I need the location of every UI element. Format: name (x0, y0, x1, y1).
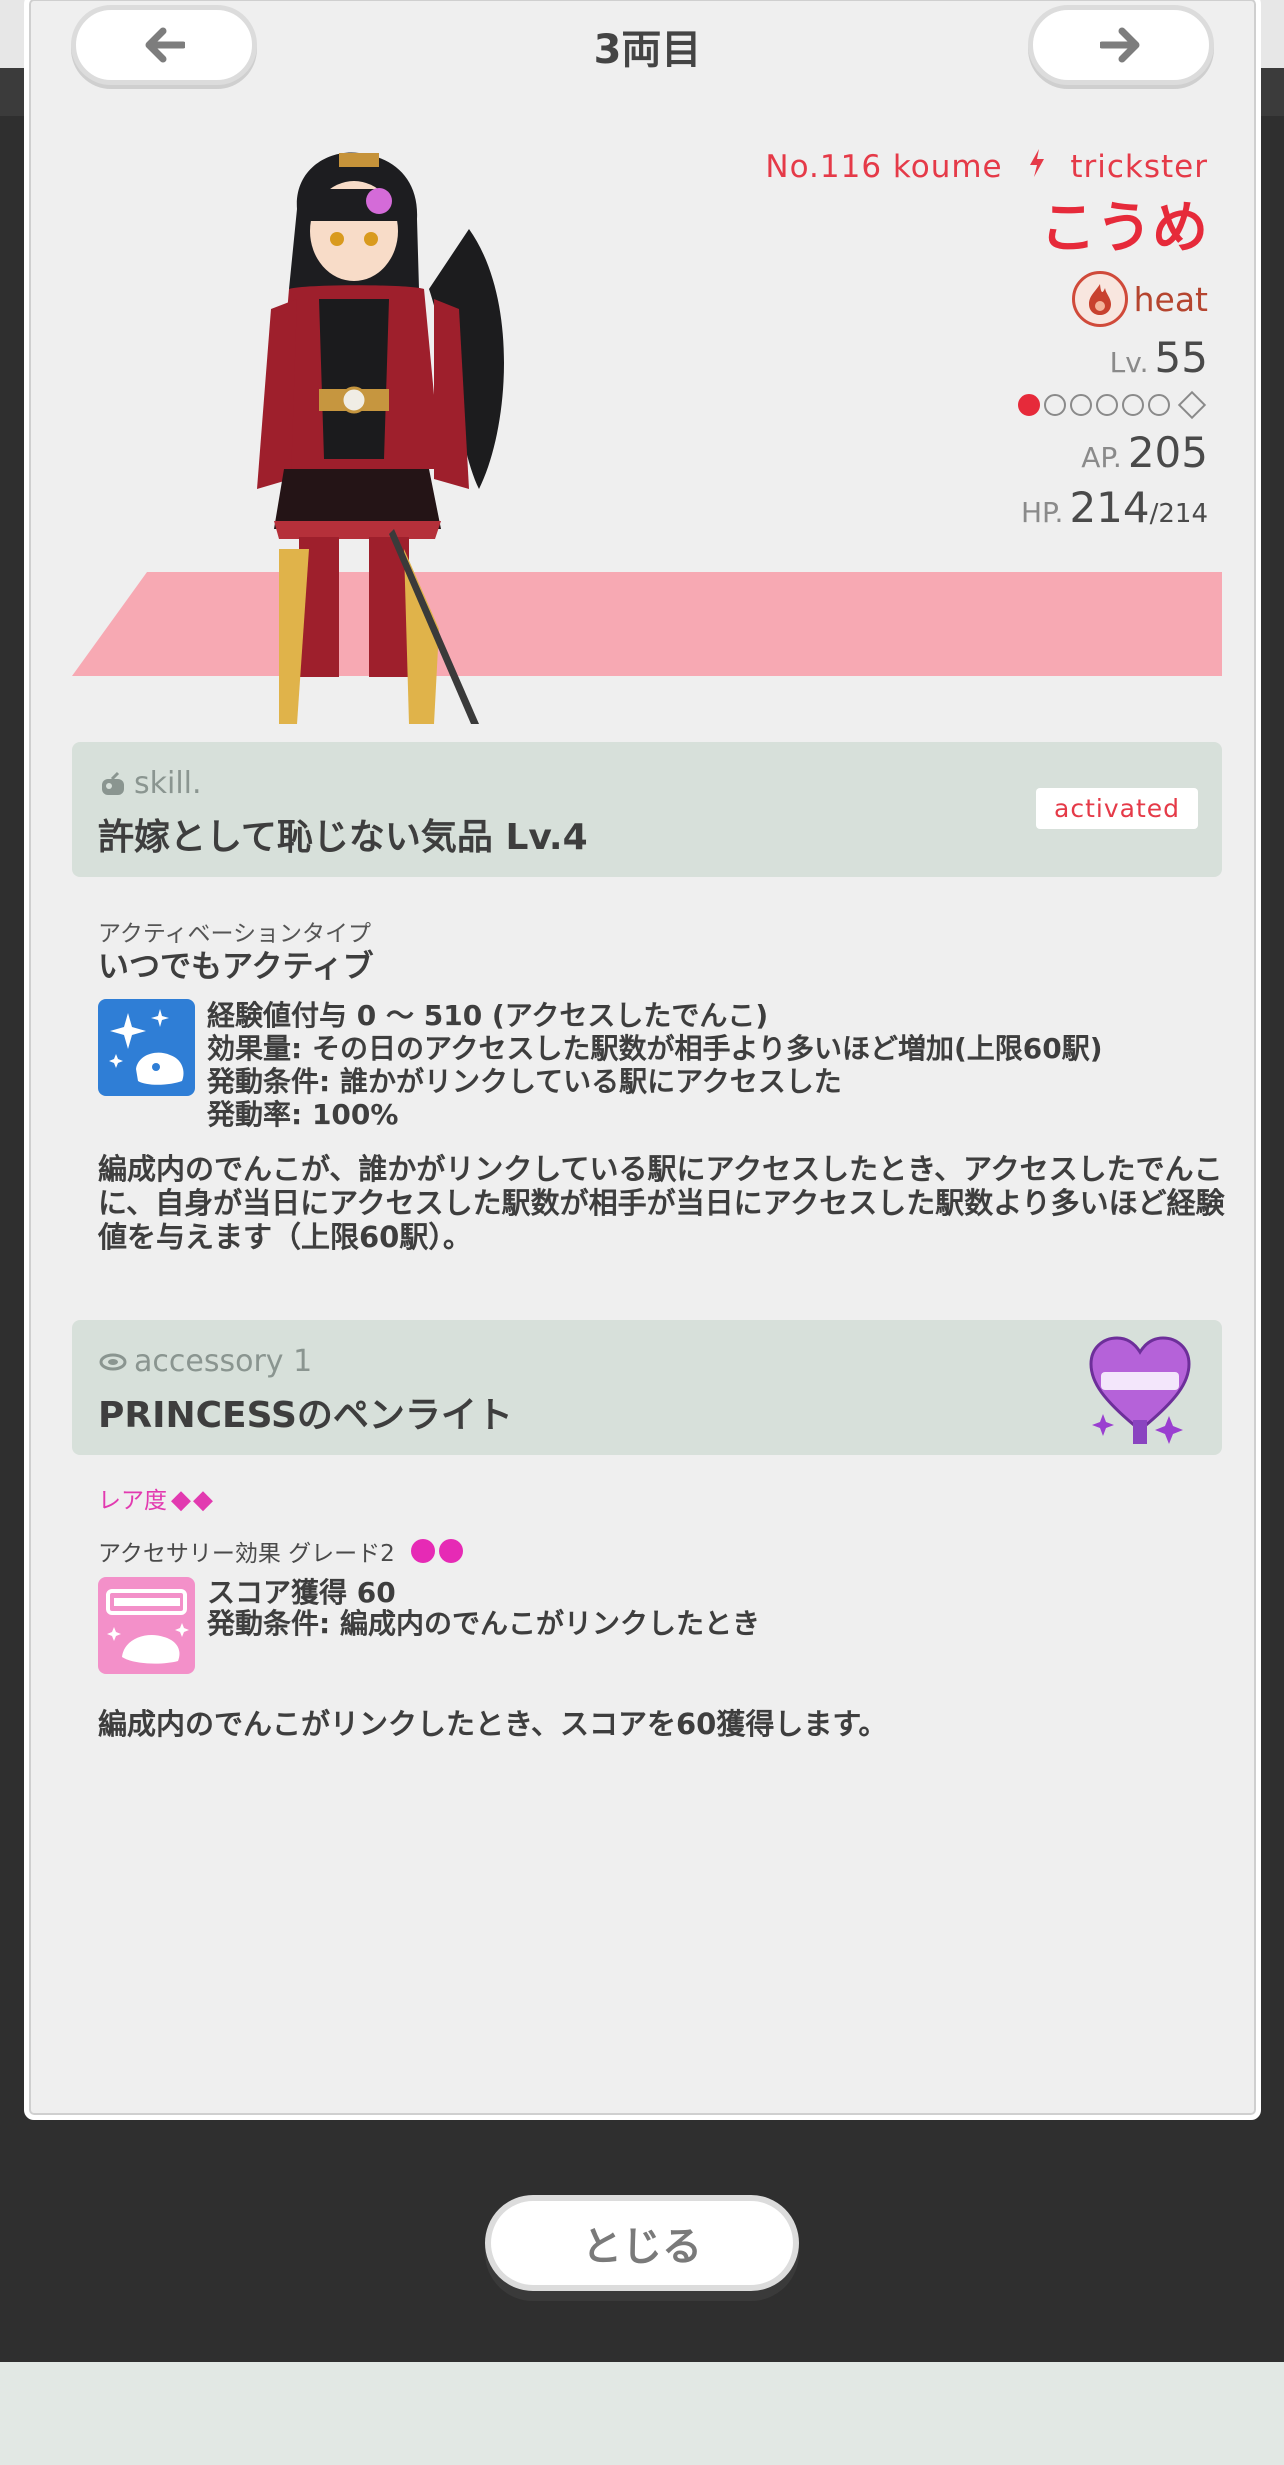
rank-dot (1044, 394, 1066, 416)
skill-icon (102, 771, 124, 795)
level-label: Lv. (1109, 346, 1149, 379)
skill-title: 許嫁として恥じない気品 Lv.4 (98, 817, 588, 858)
accessory-icon (99, 1353, 127, 1370)
accessory-effects: スコア獲得 60 発動条件: 編成内のでんこがリンクしたとき (207, 1577, 760, 1639)
rank-diamond-icon (1177, 390, 1207, 420)
character-portrait (257, 152, 504, 724)
skill-effect-line: 発動条件: 誰かがリンクしている駅にアクセスした (207, 1065, 842, 1098)
next-car-button[interactable] (1028, 5, 1214, 85)
close-button[interactable]: とじる (485, 2195, 799, 2291)
hp-current: 214 (1069, 483, 1150, 532)
character-info: No.116 koume trickster こうめ heat Lv. 55 A… (765, 149, 1208, 532)
accessory-kicker: accessory 1 (98, 1344, 312, 1379)
skill-effects: 経験値付与 0 〜 510 (アクセスしたでんこ) 効果量: その日のアクセスし… (207, 999, 1103, 1131)
activation-type-value: いつでもアクティブ (98, 949, 374, 985)
skill-effect-line: 経験値付与 0 〜 510 (アクセスしたでんこ) (207, 999, 769, 1032)
skill-kicker: skill. (98, 766, 202, 801)
hp-label: HP. (1020, 496, 1064, 529)
accessory-effect-row: アクセサリー効果 グレード2 (98, 1534, 463, 1568)
rank-dot (1096, 394, 1118, 416)
rank-indicator (765, 390, 1208, 420)
lightning-icon (1028, 149, 1046, 185)
skill-effect-line: 発動率: 100% (207, 1098, 399, 1131)
character-number: No.116 koume (765, 149, 1003, 185)
rank-dot (1122, 394, 1144, 416)
sparkle-exp-icon (98, 999, 195, 1096)
rank-dot (1148, 394, 1170, 416)
grade-indicator (410, 1539, 463, 1563)
accessory-effect-line: 発動条件: 編成内のでんこがリンクしたとき (207, 1607, 760, 1640)
arrow-right-icon (1100, 27, 1140, 63)
score-card-icon (98, 1577, 195, 1674)
level-value: 55 (1154, 333, 1208, 382)
ap-label: AP. (1081, 441, 1122, 474)
level-row: Lv. 55 (765, 333, 1208, 382)
accessory-title: PRINCESSのペンライト (98, 1395, 513, 1436)
character-number-row: No.116 koume trickster (765, 149, 1208, 185)
attribute-label: heat (1133, 279, 1208, 319)
skill-header: skill. 許嫁として恥じない気品 Lv.4 activated (72, 742, 1222, 877)
ap-value: 205 (1127, 428, 1208, 477)
character-detail-modal: 3両目 No.116 koume trickster こうめ heat Lv. … (24, 0, 1261, 2120)
skill-kicker-label: skill. (134, 766, 202, 801)
ap-row: AP. 205 (765, 428, 1208, 477)
flame-icon (1071, 271, 1128, 327)
rank-dot-filled (1018, 394, 1040, 416)
rarity-gems: ◆◆ (171, 1485, 215, 1515)
hp-max: /214 (1149, 499, 1208, 529)
rank-dot (1070, 394, 1092, 416)
accessory-kicker-label: accessory 1 (134, 1344, 313, 1379)
skill-description: 編成内のでんこが、誰かがリンクしている駅にアクセスしたとき、アクセスしたでんこに… (98, 1152, 1225, 1254)
grade-dot (410, 1539, 435, 1563)
rarity-row: レア度 ◆◆ (98, 1481, 215, 1515)
character-type: trickster (1070, 149, 1208, 185)
accessory-header: accessory 1 PRINCESSのペンライト (72, 1320, 1222, 1455)
grade-dot (438, 1539, 463, 1563)
character-name: こうめ (1040, 196, 1208, 261)
rarity-label: レア度 (98, 1488, 167, 1514)
princess-penlight-icon (1089, 1336, 1191, 1444)
hp-row: HP. 214/214 (765, 483, 1208, 532)
attribute-row: heat (765, 271, 1208, 327)
skill-effect-line: 効果量: その日のアクセスした駅数が相手より多いほど増加(上限60駅) (207, 1032, 1103, 1065)
status-badge: activated (1036, 788, 1198, 829)
accessory-description: 編成内のでんこがリンクしたとき、スコアを60獲得します。 (98, 1707, 888, 1741)
bottom-strip (0, 2362, 1284, 2465)
close-button-wrap: とじる (485, 2195, 799, 2291)
accessory-effect-line: スコア獲得 60 (207, 1576, 396, 1609)
accessory-effect-label: アクセサリー効果 グレード2 (98, 1541, 395, 1567)
